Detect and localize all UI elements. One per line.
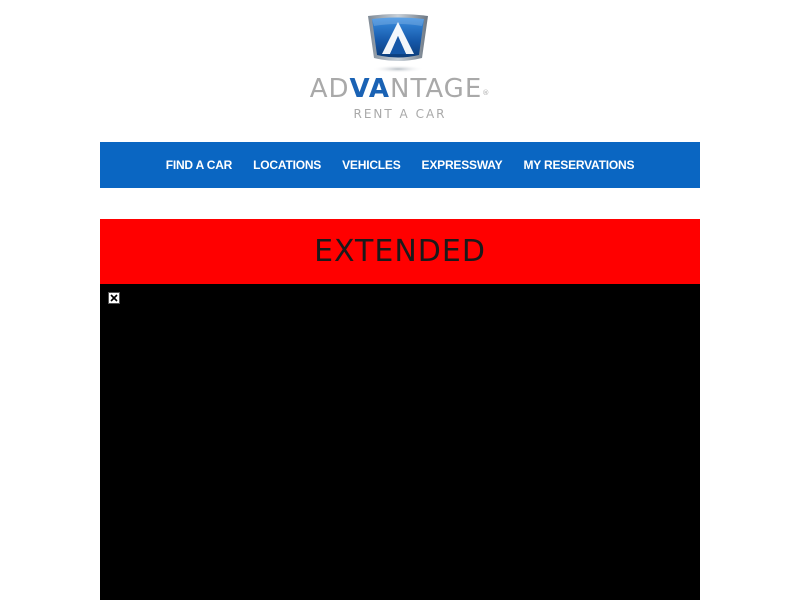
nav-item-vehicles[interactable]: VEHICLES xyxy=(332,158,411,172)
advantage-logo[interactable]: ADVANTAGE® RENT A CAR xyxy=(292,12,508,124)
nav-item-locations[interactable]: LOCATIONS xyxy=(243,158,332,172)
banner-text: EXTENDED xyxy=(314,234,486,269)
nav-item-expressway[interactable]: EXPRESSWAY xyxy=(411,158,513,172)
registered-mark: ® xyxy=(482,89,491,97)
logo-wordmark-suffix: NTAGE xyxy=(390,74,483,104)
logo-wordmark: ADVANTAGE® xyxy=(292,74,508,104)
logo-wordmark-prefix: AD xyxy=(309,74,350,104)
advantage-logo-mark-icon xyxy=(368,14,428,73)
logo-tagline: RENT A CAR xyxy=(353,107,447,121)
nav-item-find-a-car[interactable]: FIND A CAR xyxy=(155,158,242,172)
media-area[interactable] xyxy=(100,284,700,600)
promo-banner: EXTENDED xyxy=(100,219,700,284)
main-navigation: FIND A CAR LOCATIONS VEHICLES EXPRESSWAY… xyxy=(100,142,700,188)
nav-item-my-reservations[interactable]: MY RESERVATIONS xyxy=(513,158,645,172)
logo-wordmark-highlight: VA xyxy=(349,74,391,104)
page: ADVANTAGE® RENT A CAR FIND A CAR LOCATIO… xyxy=(0,0,800,600)
broken-image-icon xyxy=(108,292,120,304)
